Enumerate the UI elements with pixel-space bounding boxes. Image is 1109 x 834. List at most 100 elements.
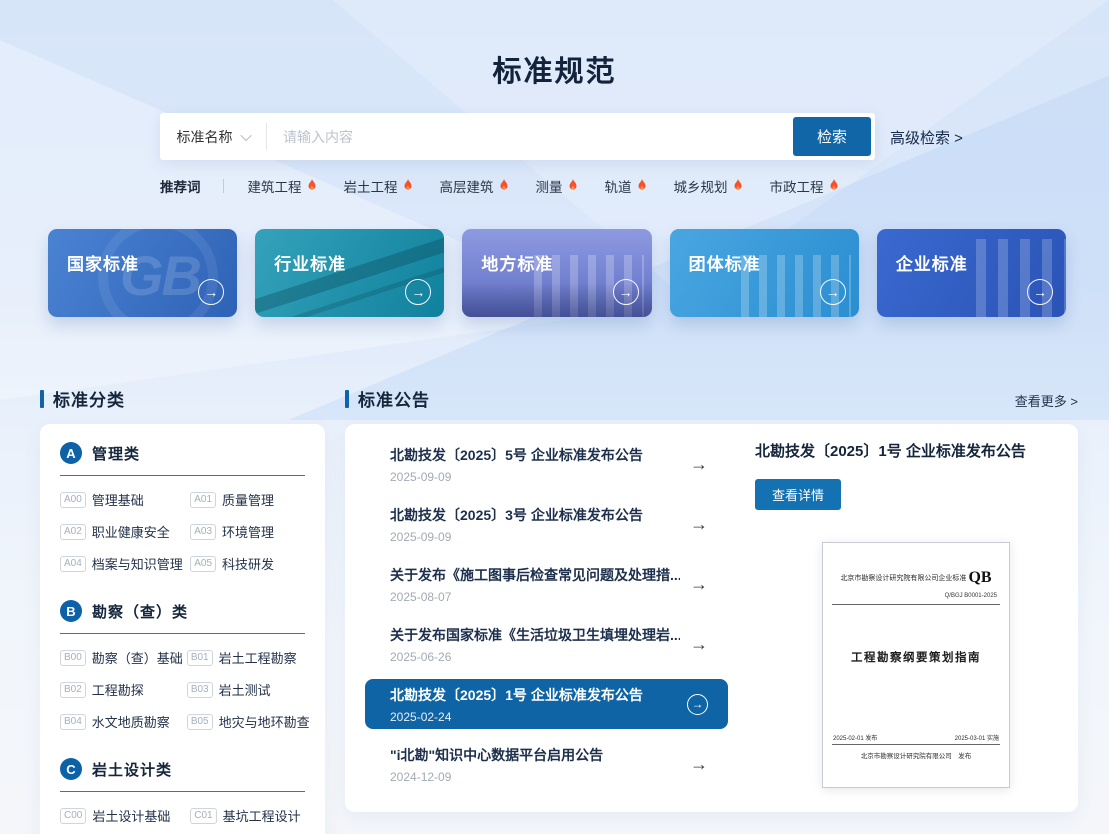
keyword-link[interactable]: 测量 (536, 176, 579, 196)
arrow-icon: → (690, 574, 708, 595)
classification-card: A 管理类 A00管理基础 A01质量管理 A02职业健康安全 A03环境管理 … (40, 424, 325, 834)
card-national-standard[interactable]: GB 国家标准 → (48, 229, 237, 317)
announcement-item[interactable]: 北勘技发〔2025〕3号 企业标准发布公告 2025-09-09 → (365, 494, 728, 554)
group-badge: B (60, 600, 82, 622)
item-label: 科技研发 (222, 554, 274, 573)
card-label: 地方标准 (481, 250, 553, 275)
item-code: B00 (60, 650, 86, 666)
card-group-standard[interactable]: 团体标准 → (670, 229, 859, 317)
keyword-link[interactable]: 建筑工程 (248, 176, 318, 196)
item-label: 岩土设计基础 (92, 806, 170, 825)
arrow-circle-icon: → (613, 279, 639, 305)
document-publisher: 北京市勘察设计研究院有限公司 发布 (823, 750, 1009, 760)
announcement-item-selected[interactable]: 北勘技发〔2025〕1号 企业标准发布公告 2025-02-24 → (365, 679, 728, 729)
item-code: A03 (190, 524, 216, 540)
classification-item[interactable]: A01质量管理 (190, 490, 305, 509)
item-code: A01 (190, 492, 216, 508)
arrow-circle-icon: → (687, 694, 708, 715)
arrow-icon: → (690, 454, 708, 475)
item-code: C01 (190, 808, 216, 824)
card-label: 行业标准 (274, 250, 346, 275)
item-code: B05 (187, 714, 213, 730)
announcement-title: 关于发布国家标准《生活垃圾卫生填埋处理岩... (390, 625, 680, 645)
classification-item[interactable]: B04 水文地质勘察 (60, 712, 183, 731)
search-input[interactable] (267, 129, 793, 145)
classification-item[interactable]: A05科技研发 (190, 554, 305, 573)
announcement-title: 北勘技发〔2025〕1号 企业标准发布公告 (390, 685, 643, 705)
card-local-standard[interactable]: 地方标准 → (462, 229, 651, 317)
recommended-keywords: 推荐词 建筑工程 岩土工程 高层建筑 测量 轨道 城乡规划 市政工程 (160, 176, 866, 196)
divider (60, 633, 305, 634)
announcement-date: 2025-06-26 (390, 650, 680, 664)
section-title: 标准公告 (358, 386, 430, 411)
item-label: 职业健康安全 (92, 522, 170, 541)
announcement-title: 北勘技发〔2025〕5号 企业标准发布公告 (390, 445, 643, 465)
card-enterprise-standard[interactable]: 企业标准 → (877, 229, 1066, 317)
classification-item[interactable]: B01 岩土工程勘察 (187, 648, 310, 667)
classification-group-c: C 岩土设计类 C00岩土设计基础 C01基坑工程设计 C02地基处理设计 C0… (60, 758, 305, 834)
item-label: 勘察（查）基础 (92, 648, 183, 667)
view-more-link[interactable]: 查看更多 > (1015, 391, 1078, 410)
item-label: 环境管理 (222, 522, 274, 541)
announcement-date: 2025-09-09 (390, 530, 643, 544)
classification-item[interactable]: A00管理基础 (60, 490, 186, 509)
classification-group-a: A 管理类 A00管理基础 A01质量管理 A02职业健康安全 A03环境管理 … (60, 442, 305, 573)
search-button[interactable]: 检索 (793, 117, 871, 156)
document-issue-date: 2025-02-01 发布 (833, 733, 877, 742)
keyword-label: 建筑工程 (248, 176, 302, 196)
search-type-label: 标准名称 (177, 127, 233, 147)
fire-icon (402, 179, 414, 193)
section-bar (40, 390, 44, 408)
announcement-preview-title: 北勘技发〔2025〕1号 企业标准发布公告 (755, 440, 1075, 461)
divider (60, 475, 305, 476)
announcement-date: 2024-12-09 (390, 770, 603, 784)
classification-item[interactable]: A03 环境管理 (190, 522, 305, 541)
item-label: 岩土测试 (219, 680, 271, 699)
classification-group-b: B 勘察（查）类 B00勘察（查）基础 B01岩土工程勘察 B02工程勘探 B0… (60, 600, 305, 731)
view-detail-button[interactable]: 查看详情 (755, 479, 841, 510)
classification-item[interactable]: B03岩土测试 (187, 680, 310, 699)
announcement-item[interactable]: 北勘技发〔2025〕5号 企业标准发布公告 2025-09-09 → (365, 434, 728, 494)
announcement-item[interactable]: "i北勘"知识中心数据平台启用公告 2024-12-09 → (365, 734, 728, 794)
item-code: B01 (187, 650, 213, 666)
item-label: 岩土工程勘察 (219, 648, 297, 667)
building-photo-overlay (976, 239, 1066, 317)
keyword-link[interactable]: 高层建筑 (440, 176, 510, 196)
item-label: 工程勘探 (92, 680, 144, 699)
chevron-down-icon (240, 129, 251, 140)
standard-document-preview[interactable]: 北京市勘察设计研究院有限公司企业标准 QB Q/BGJ B0001-2025 工… (822, 542, 1010, 788)
standard-category-cards: GB 国家标准 → 行业标准 → 地方标准 → 团体标准 → 企业标准 → (48, 229, 1066, 317)
classification-item[interactable]: C00岩土设计基础 (60, 806, 186, 825)
announcement-title: 关于发布《施工图事后检查常见问题及处理措... (390, 565, 680, 585)
fire-icon (306, 179, 318, 193)
keyword-link[interactable]: 岩土工程 (344, 176, 414, 196)
classification-item[interactable]: C01基坑工程设计 (190, 806, 305, 825)
card-industry-standard[interactable]: 行业标准 → (255, 229, 444, 317)
classification-item[interactable]: B00 勘察（查）基础 (60, 648, 183, 667)
classification-item[interactable]: A02职业健康安全 (60, 522, 186, 541)
document-impl-date: 2025-03-01 实施 (955, 733, 999, 742)
keyword-link[interactable]: 城乡规划 (674, 176, 744, 196)
advanced-search-link[interactable]: 高级检索 > (890, 127, 963, 148)
keyword-link[interactable]: 轨道 (605, 176, 648, 196)
document-qb-mark: QB (968, 569, 991, 587)
search-type-dropdown[interactable]: 标准名称 (160, 127, 266, 147)
arrow-icon: → (690, 514, 708, 535)
classification-item[interactable]: B02工程勘探 (60, 680, 183, 699)
item-code: A04 (60, 556, 86, 572)
keyword-link[interactable]: 市政工程 (770, 176, 840, 196)
classification-item[interactable]: B05地灾与地环勘查 (187, 712, 310, 731)
item-code: B04 (60, 714, 86, 730)
card-label: 企业标准 (896, 250, 968, 275)
announcement-date: 2025-02-24 (390, 710, 643, 724)
announcement-title: "i北勘"知识中心数据平台启用公告 (390, 745, 603, 765)
fire-icon (732, 179, 744, 193)
announcement-item[interactable]: 关于发布《施工图事后检查常见问题及处理措... 2025-08-07 → (365, 554, 728, 614)
item-label: 管理基础 (92, 490, 144, 509)
keyword-label: 高层建筑 (440, 176, 494, 196)
item-label: 水文地质勘察 (92, 712, 170, 731)
announcement-item[interactable]: 关于发布国家标准《生活垃圾卫生填埋处理岩... 2025-06-26 → (365, 614, 728, 674)
classification-item[interactable]: A04档案与知识管理 (60, 554, 186, 573)
fire-icon (567, 179, 579, 193)
keywords-label: 推荐词 (160, 176, 201, 196)
